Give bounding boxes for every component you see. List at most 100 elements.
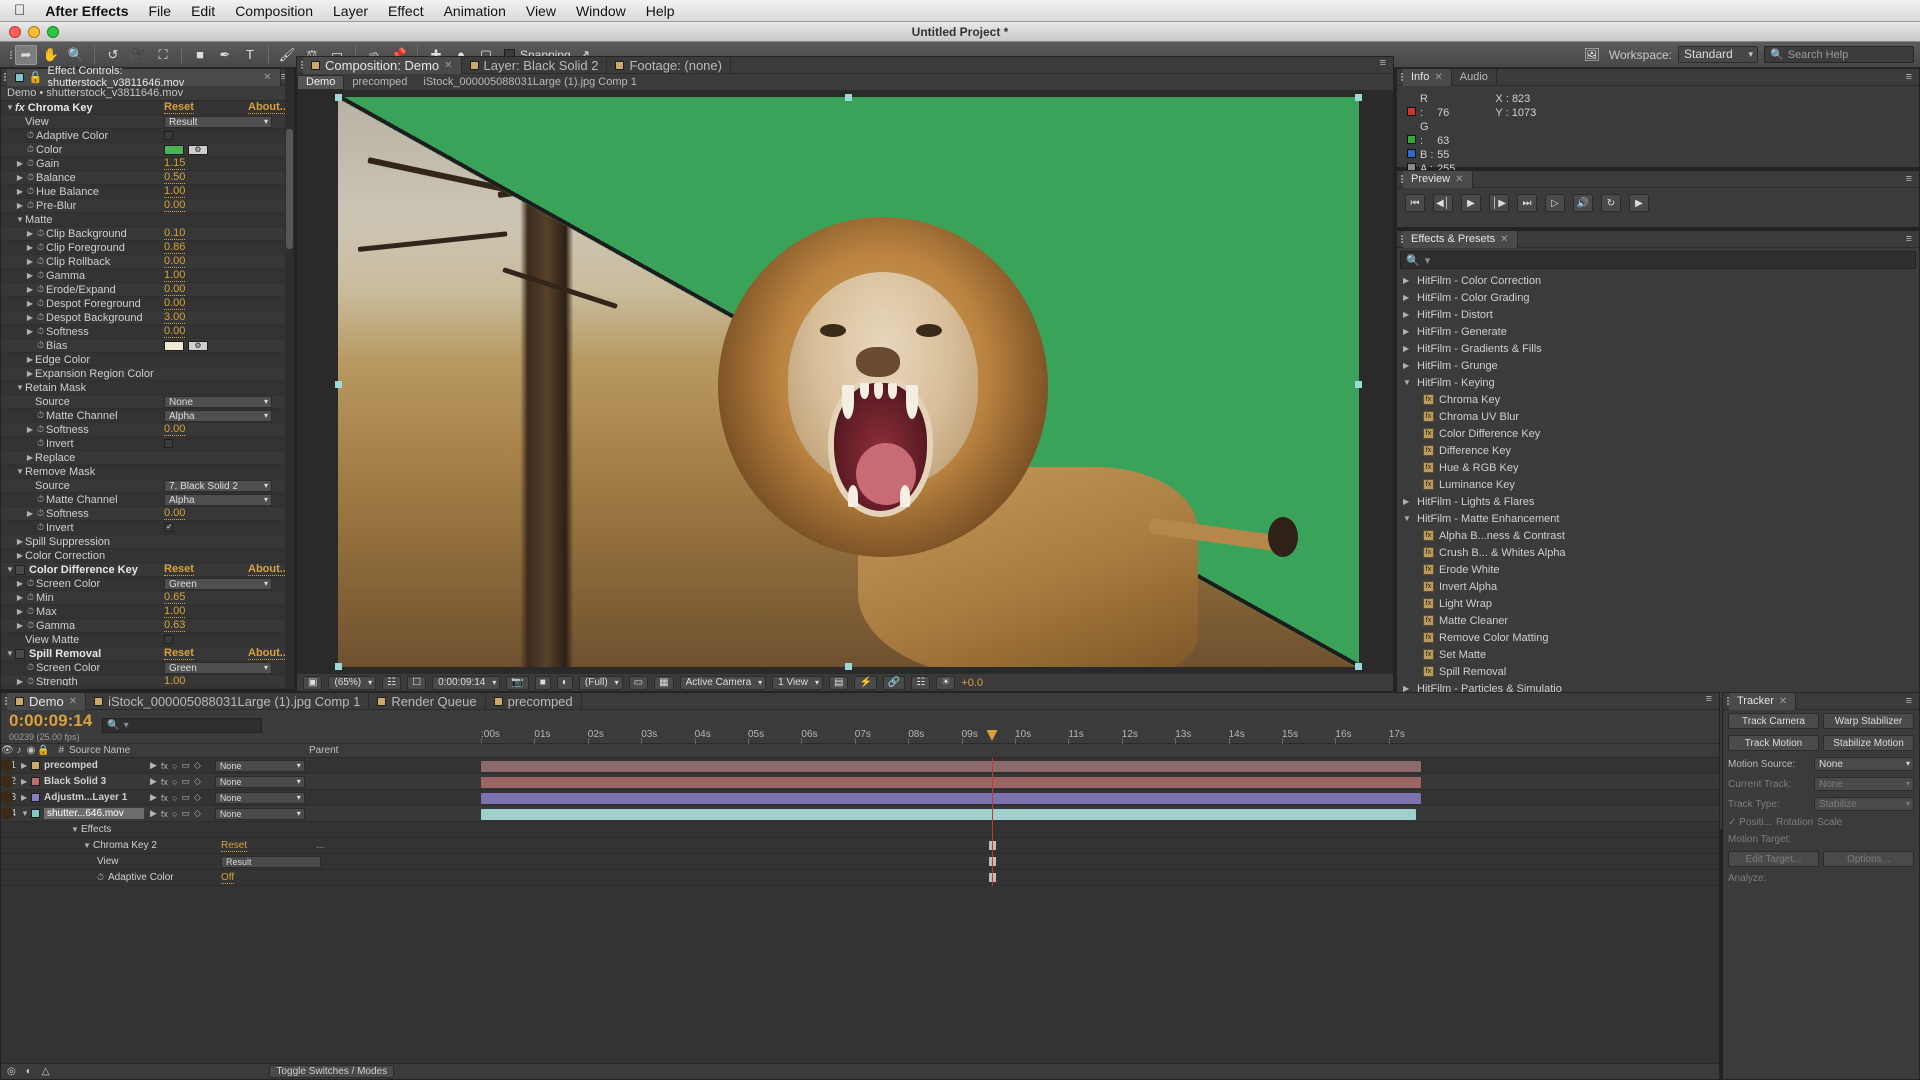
effect-category-row[interactable]: ▶HitFilm - Grunge bbox=[1397, 357, 1919, 374]
table-row[interactable]: 👁3▶Adjustm...Layer 1▶fx○▭◇None bbox=[1, 790, 1719, 806]
menu-edit[interactable]: Edit bbox=[191, 3, 215, 19]
twirl-closed-icon[interactable]: ▶ bbox=[1403, 497, 1412, 506]
param-value[interactable]: 0.00 bbox=[164, 325, 185, 338]
twirl-closed-icon[interactable]: ▶ bbox=[25, 313, 35, 322]
stopwatch-icon[interactable]: ⏱ bbox=[25, 130, 36, 141]
table-row[interactable]: 👁4▼shutter...646.mov▶fx○▭◇None bbox=[1, 806, 1719, 822]
effect-property-row[interactable]: ▼Chroma Key 2Reset... bbox=[1, 838, 1719, 854]
param-value[interactable]: 1.00 bbox=[164, 605, 185, 618]
param-value[interactable]: 1.15 bbox=[164, 157, 185, 170]
twirl-open-icon[interactable]: ▼ bbox=[15, 467, 25, 476]
effect-category-row[interactable]: ▶HitFilm - Gradients & Fills bbox=[1397, 340, 1919, 357]
effect-list-item[interactable]: fxAlpha B...ness & Contrast bbox=[1397, 527, 1919, 544]
menu-animation[interactable]: Animation bbox=[444, 3, 506, 19]
close-icon[interactable]: ✕ bbox=[263, 72, 271, 83]
param-checkbox[interactable] bbox=[164, 523, 173, 532]
motion-blur-icon[interactable]: ◐ bbox=[26, 1066, 32, 1077]
param-value[interactable]: 0.63 bbox=[164, 619, 185, 632]
stopwatch-icon[interactable]: ⏱ bbox=[35, 494, 46, 505]
twirl-closed-icon[interactable]: ▶ bbox=[25, 299, 35, 308]
breadcrumb-item[interactable]: iStock_000005088031Large (1).jpg Comp 1 bbox=[415, 75, 644, 90]
three-d-icon[interactable]: ◇ bbox=[194, 776, 201, 787]
effect-category-row[interactable]: ▶HitFilm - Generate bbox=[1397, 323, 1919, 340]
panel-menu-icon[interactable]: ≡ bbox=[1380, 57, 1393, 73]
twirl-closed-icon[interactable]: ▶ bbox=[1403, 293, 1412, 302]
stopwatch-icon[interactable]: ⏱ bbox=[25, 172, 36, 183]
menu-layer[interactable]: Layer bbox=[333, 3, 368, 19]
effect-param-row[interactable]: ▶⏱Clip Background0.10 bbox=[1, 227, 294, 241]
effect-param-row[interactable]: ▶Edge Color bbox=[1, 353, 294, 367]
exposure-reset-icon[interactable]: ☀ bbox=[936, 676, 955, 690]
effects-group-row[interactable]: ▼Effects bbox=[1, 822, 1719, 838]
stopwatch-icon[interactable]: ⏱ bbox=[97, 872, 108, 883]
twirl-closed-icon[interactable]: ▶ bbox=[15, 621, 25, 630]
layer-source-name[interactable]: precomped bbox=[44, 760, 144, 771]
region-interest-toggle-icon[interactable]: ▭ bbox=[629, 676, 648, 690]
effect-param-row[interactable]: SourceNone bbox=[1, 395, 294, 409]
stopwatch-icon[interactable]: ⏱ bbox=[25, 200, 36, 211]
zoom-fit-icon[interactable]: ▣ bbox=[303, 676, 322, 690]
twirl-open-icon[interactable]: ▼ bbox=[5, 649, 15, 658]
menu-help[interactable]: Help bbox=[646, 3, 675, 19]
param-value[interactable]: 1.00 bbox=[164, 269, 185, 282]
menu-effect[interactable]: Effect bbox=[388, 3, 424, 19]
effects-switch-icon[interactable]: fx bbox=[161, 777, 168, 787]
close-icon[interactable]: ✕ bbox=[69, 696, 77, 707]
show-snapshot-icon[interactable]: ■ bbox=[535, 676, 551, 690]
effect-controls-scrollbar[interactable] bbox=[285, 69, 294, 689]
tab-istock-000005088031large-1-jpg-comp-1[interactable]: iStock_000005088031Large (1).jpg Comp 1 bbox=[86, 693, 369, 710]
next-frame-icon[interactable]: │▶ bbox=[1489, 194, 1509, 212]
effect-category-row[interactable]: ▶HitFilm - Lights & Flares bbox=[1397, 493, 1919, 510]
param-value[interactable]: 1.00 bbox=[164, 185, 185, 198]
twirl-closed-icon[interactable]: ▶ bbox=[15, 677, 25, 686]
panel-menu-icon[interactable]: ≡ bbox=[1906, 71, 1919, 83]
pixel-aspect-icon[interactable]: ▤ bbox=[829, 676, 848, 690]
twirl-closed-icon[interactable]: ▶ bbox=[25, 453, 35, 462]
effect-param-row[interactable]: ViewResult bbox=[1, 115, 294, 129]
effect-param-row[interactable]: ▶⏱Gamma0.63 bbox=[1, 619, 294, 633]
loop-icon[interactable]: ↻ bbox=[1601, 194, 1621, 212]
effect-param-row[interactable]: ▶⏱Clip Foreground0.86 bbox=[1, 241, 294, 255]
effect-property-row[interactable]: ⏱Adaptive ColorOff bbox=[1, 870, 1719, 886]
transparency-grid-icon[interactable]: ▦ bbox=[654, 676, 673, 690]
effects-search-input[interactable]: 🔍 ▾ bbox=[1400, 251, 1916, 269]
twirl-closed-icon[interactable]: ▶ bbox=[15, 579, 25, 588]
effect-param-row[interactable]: ⏱Invert bbox=[1, 521, 294, 535]
composition-canvas[interactable] bbox=[338, 97, 1359, 667]
type-tool-icon[interactable]: T bbox=[239, 45, 261, 65]
search-help-input[interactable]: 🔍 Search Help bbox=[1764, 46, 1914, 63]
layer-color-chip[interactable] bbox=[31, 809, 40, 818]
twirl-closed-icon[interactable]: ▶ bbox=[15, 537, 25, 546]
chevron-down-icon[interactable]: ▾ bbox=[124, 720, 129, 731]
layer-source-name[interactable]: Adjustm...Layer 1 bbox=[44, 792, 144, 803]
grid-guides-icon[interactable]: ☷ bbox=[382, 676, 401, 690]
stopwatch-icon[interactable]: ⏱ bbox=[25, 186, 36, 197]
effect-param-row[interactable]: ▶⏱Softness0.00 bbox=[1, 423, 294, 437]
param-value[interactable]: 0.65 bbox=[164, 591, 185, 604]
twirl-closed-icon[interactable]: ▶ bbox=[25, 425, 35, 434]
quality-icon[interactable]: ▶ bbox=[150, 776, 157, 787]
region-of-interest-icon[interactable]: ☐ bbox=[407, 676, 426, 690]
tab-audio[interactable]: Audio bbox=[1452, 69, 1497, 86]
effect-list-item[interactable]: fxChroma Key bbox=[1397, 391, 1919, 408]
effect-param-row[interactable]: ▼Remove Mask bbox=[1, 465, 294, 479]
selection-tool-icon[interactable]: ➦ bbox=[15, 45, 37, 65]
twirl-closed-icon[interactable]: ▶ bbox=[25, 257, 35, 266]
tab-tracker[interactable]: Tracker✕ bbox=[1729, 693, 1796, 710]
effect-param-row[interactable]: ⏱Screen ColorGreen bbox=[1, 661, 294, 675]
motion-blur-icon[interactable]: ○ bbox=[172, 761, 177, 771]
brush-tool-icon[interactable]: 🖌 bbox=[276, 45, 298, 65]
effect-param-row[interactable]: ▶⏱Pre-Blur0.00 bbox=[1, 199, 294, 213]
stopwatch-icon[interactable]: ⏱ bbox=[25, 158, 36, 169]
effect-param-row[interactable]: ▶⏱Gamma1.00 bbox=[1, 269, 294, 283]
reset-link[interactable]: Reset bbox=[164, 563, 194, 576]
handle-bottom-center[interactable] bbox=[845, 663, 852, 670]
stopwatch-icon[interactable]: ⏱ bbox=[35, 522, 46, 533]
rotation-tool-icon[interactable]: ↺ bbox=[102, 45, 124, 65]
panel-menu-icon[interactable]: ≡ bbox=[1706, 693, 1719, 709]
handle-top-center[interactable] bbox=[845, 94, 852, 101]
stopwatch-icon[interactable]: ⏱ bbox=[35, 438, 46, 449]
effect-list-item[interactable]: fxSpill Removal bbox=[1397, 663, 1919, 680]
effect-param-row[interactable]: ⏱Matte ChannelAlpha bbox=[1, 409, 294, 423]
layer-source-name[interactable]: shutter...646.mov bbox=[44, 808, 144, 819]
